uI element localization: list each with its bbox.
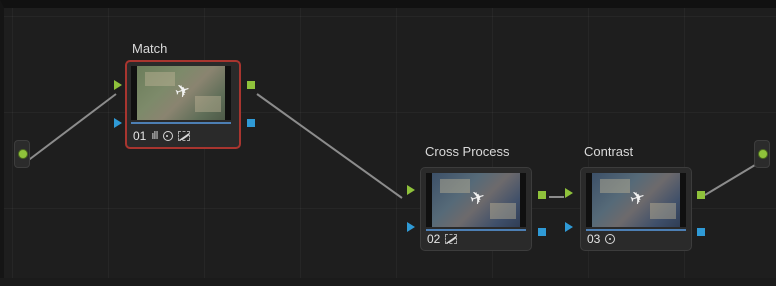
node-number: 02 [427, 232, 441, 246]
node-02-alpha-output-port[interactable] [538, 228, 546, 236]
source-input-port[interactable] [14, 140, 30, 168]
node-01-status-bar [131, 122, 231, 124]
output-port[interactable] [754, 140, 770, 168]
node-01-rgb-input-port[interactable] [114, 80, 122, 90]
wire-input-to-match [25, 93, 117, 163]
wire-contrast-to-output [704, 161, 761, 196]
node-number: 01 [133, 129, 147, 143]
node-02-cross-process[interactable]: ✈ 02 [420, 167, 532, 251]
airplane-icon: ✈ [467, 186, 488, 210]
node-02-status-bar [426, 229, 526, 231]
curve-icon [445, 234, 458, 244]
node-01-thumbnail: ✈ [131, 66, 231, 120]
node-03-alpha-output-port[interactable] [697, 228, 705, 236]
node-03-rgb-input-port[interactable] [565, 188, 573, 198]
node-01-match[interactable]: ✈ 01 ıll [125, 60, 241, 149]
node-title-match: Match [132, 41, 168, 56]
node-01-alpha-output-port[interactable] [247, 119, 255, 127]
node-number: 03 [587, 232, 601, 246]
curve-icon [177, 131, 190, 141]
wire-match-to-cross-process [256, 93, 403, 199]
node-03-alpha-input-port[interactable] [565, 222, 573, 232]
node-02-alpha-input-port[interactable] [407, 222, 415, 232]
node-graph-canvas[interactable]: Match ✈ 01 ıll Cross Process ✈ 02 Contra… [0, 0, 776, 278]
node-03-label-row: 03 [587, 232, 616, 246]
node-03-contrast[interactable]: ✈ 03 [580, 167, 692, 251]
node-01-rgb-output-port[interactable] [247, 81, 255, 89]
node-02-label-row: 02 [427, 232, 458, 246]
node-title-contrast: Contrast [584, 144, 634, 159]
airplane-icon: ✈ [172, 79, 193, 103]
node-01-alpha-input-port[interactable] [114, 118, 122, 128]
node-title-cross-process: Cross Process [425, 144, 510, 159]
source-dot-icon [18, 149, 28, 159]
node-02-thumbnail: ✈ [426, 173, 526, 227]
circle-icon [162, 131, 173, 141]
node-02-rgb-output-port[interactable] [538, 191, 546, 199]
node-01-label-row: 01 ıll [133, 129, 190, 143]
circle-icon [605, 234, 616, 244]
output-dot-icon [758, 149, 768, 159]
node-03-thumbnail: ✈ [586, 173, 686, 227]
node-03-status-bar [586, 229, 686, 231]
airplane-icon: ✈ [627, 186, 648, 210]
node-03-rgb-output-port[interactable] [697, 191, 705, 199]
node-02-rgb-input-port[interactable] [407, 185, 415, 195]
bars-icon: ıll [151, 129, 158, 142]
